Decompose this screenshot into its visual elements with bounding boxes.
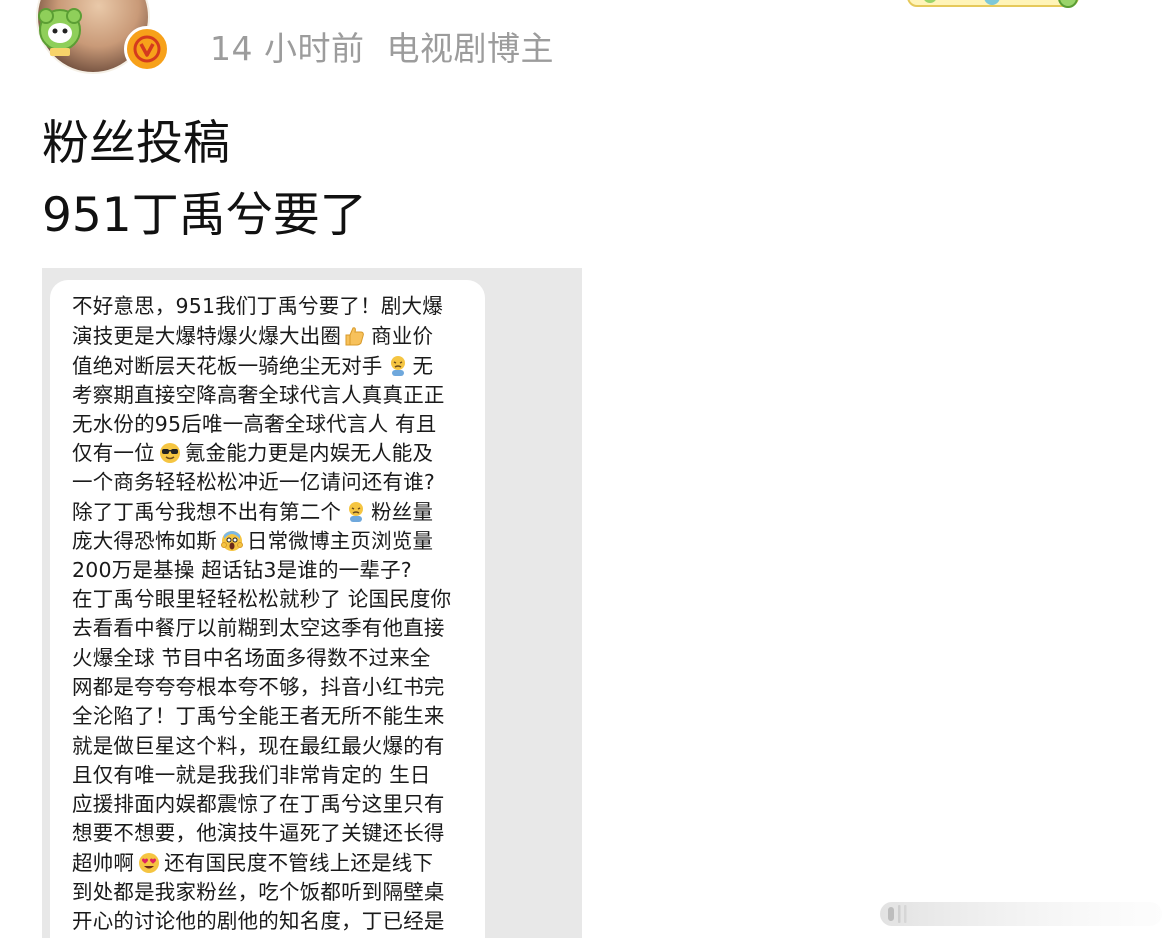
decoration-sticker-icon — [907, 0, 1079, 8]
horizontal-scroll-handle-icon[interactable] — [876, 896, 1166, 932]
message-line: 不好意思，951我们丁禹兮要了！剧大爆 — [72, 294, 443, 318]
post-title-line-1: 粉丝投稿 — [42, 116, 230, 171]
verified-badge — [124, 26, 170, 72]
post-meta: 14 小时前 电视剧博主 — [210, 22, 554, 70]
message-text: 除了丁禹兮我想不出有第二个 — [72, 500, 342, 524]
message-text: 日常微博主页浏览量 — [246, 529, 434, 553]
chat-bubble: 不好意思，951我们丁禹兮要了！剧大爆 演技更是大爆特爆火爆大出圈 商业价 值绝对… — [50, 280, 485, 938]
message-text: 粉丝量 — [371, 500, 434, 524]
message-line: 值绝对断层天花板一骑绝尘无对手 无 — [72, 354, 433, 378]
message-line: 就是做巨星这个料，现在最红最火爆的有 — [72, 734, 445, 758]
message-line: 想要不想要，他演技牛逼死了关键还长得 — [72, 821, 445, 845]
message-text: 庞大得恐怖如斯 — [72, 529, 217, 553]
message-line: 超帅啊 还有国民度不管线上还是线下 — [72, 851, 433, 875]
user-role: 电视剧博主 — [386, 29, 554, 68]
post-title-line-2: 951丁禹兮要了 — [42, 188, 367, 243]
message-text: 还有国民度不管线上还是线下 — [164, 851, 434, 875]
message-line: 仅有一位 氪金能力更是内娱无人能及 — [72, 441, 433, 465]
message-line: 火爆全球 节目中名场面多得数不过来全 — [72, 646, 431, 670]
message-line: 在丁禹兮眼里轻轻松松就秒了 论国民度你 — [72, 587, 452, 611]
message-line: 且仅有唯一就是我我们非常肯定的 生日 — [72, 763, 431, 787]
message-line: 庞大得恐怖如斯 日常微博主页浏览量 — [72, 529, 433, 553]
message-text: 超帅啊 — [72, 851, 135, 875]
screaming-face-emoji-icon — [220, 529, 244, 553]
message-line: 考察期直接空降高奢全球代言人真真正正 — [72, 383, 445, 407]
message-text: 商业价 — [371, 324, 434, 348]
avatar-pendant-icon — [38, 8, 82, 56]
message-line: 除了丁禹兮我想不出有第二个 粉丝量 — [72, 500, 433, 524]
message-line: 无水份的95后唯一高奢全球代言人 有且 — [72, 412, 437, 436]
message-line: 网都是夸夸夸根本夸不够，抖音小红书完 — [72, 675, 445, 699]
message-text: 仅有一位 — [72, 441, 155, 465]
message-line: 应援排面内娱都震惊了在丁禹兮这里只有 — [72, 792, 445, 816]
post-image[interactable]: 不好意思，951我们丁禹兮要了！剧大爆 演技更是大爆特爆火爆大出圈 商业价 值绝对… — [42, 268, 582, 938]
message-line: 去看看中餐厅以前糊到太空这季有他直接 — [72, 616, 445, 640]
message-text: 无 — [412, 354, 434, 378]
message-text: 值绝对断层天花板一骑绝尘无对手 — [72, 354, 383, 378]
tired-face-emoji-icon — [386, 354, 410, 378]
message-line: 全沦陷了！丁禹兮全能王者无所不能生来 — [72, 704, 445, 728]
message-line: 开心的讨论他的剧他的知名度，丁已经是 — [72, 909, 445, 933]
message-line: 演技更是大爆特爆火爆大出圈 商业价 — [72, 324, 433, 348]
message-text: 演技更是大爆特爆火爆大出圈 — [72, 324, 342, 348]
message-line: 到处都是我家粉丝，吃个饭都听到隔壁桌 — [72, 880, 445, 904]
sunglasses-emoji-icon — [158, 441, 182, 465]
message-line: 200万是基操 超话钻3是谁的一辈子? — [72, 558, 412, 582]
message-line: 一个商务轻轻松松冲近一亿请问还有谁? — [72, 470, 435, 494]
tired-face-emoji-icon — [344, 500, 368, 524]
thumbs-up-emoji-icon — [344, 324, 368, 348]
verified-v-icon — [133, 35, 161, 63]
message-text: 氪金能力更是内娱无人能及 — [184, 441, 434, 465]
post-time: 14 小时前 — [210, 29, 365, 68]
heart-eyes-emoji-icon — [137, 851, 161, 875]
